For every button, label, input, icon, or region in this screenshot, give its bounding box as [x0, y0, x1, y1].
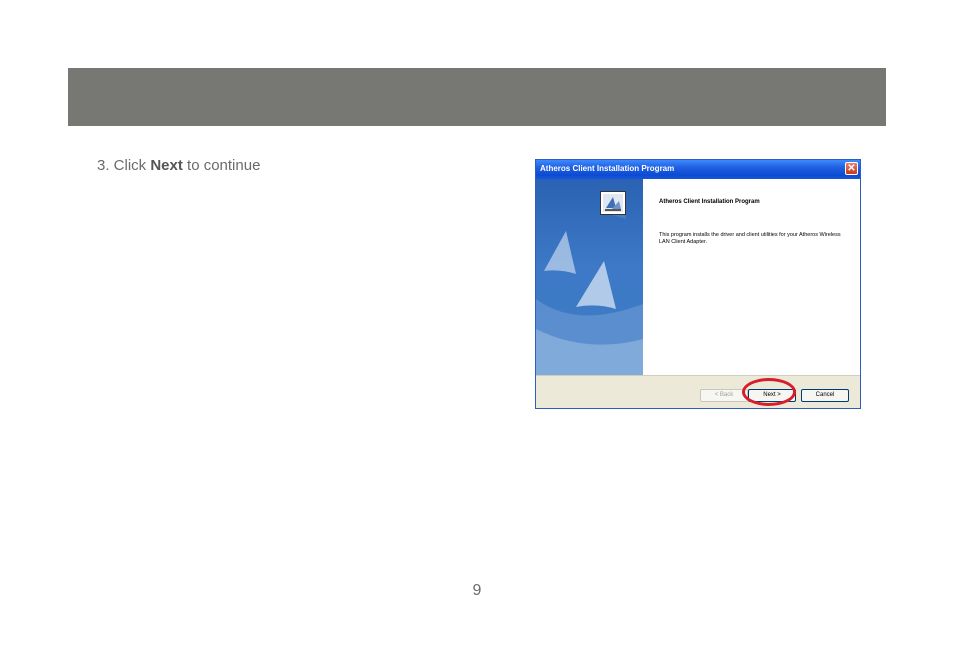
side-panel-graphic	[536, 193, 643, 375]
close-icon: ✕	[847, 163, 856, 174]
installer-icon	[600, 191, 626, 215]
close-button[interactable]: ✕	[845, 162, 858, 175]
step-instruction: 3. Click Next to continue	[97, 157, 260, 174]
dialog-heading: Atheros Client Installation Program	[659, 199, 760, 205]
installer-dialog: Atheros Client Installation Program ✕ At…	[535, 159, 861, 409]
page-number: 9	[472, 582, 482, 599]
dialog-description: This program installs the driver and cli…	[659, 232, 841, 245]
dialog-titlebar[interactable]: Atheros Client Installation Program ✕	[536, 160, 860, 179]
instruction-prefix: 3. Click	[97, 157, 151, 174]
dialog-button-bar: < Back Next > Cancel	[536, 375, 860, 408]
header-bar	[68, 68, 886, 126]
dialog-title: Atheros Client Installation Program	[540, 164, 675, 173]
cancel-button[interactable]: Cancel	[801, 389, 849, 402]
dialog-content: Atheros Client Installation Program This…	[643, 179, 860, 375]
back-button[interactable]: < Back	[700, 389, 748, 402]
next-highlight-circle	[742, 378, 796, 406]
instruction-suffix: to continue	[182, 157, 261, 174]
instruction-emphasis: Next	[150, 157, 183, 174]
wizard-side-panel	[536, 179, 643, 375]
